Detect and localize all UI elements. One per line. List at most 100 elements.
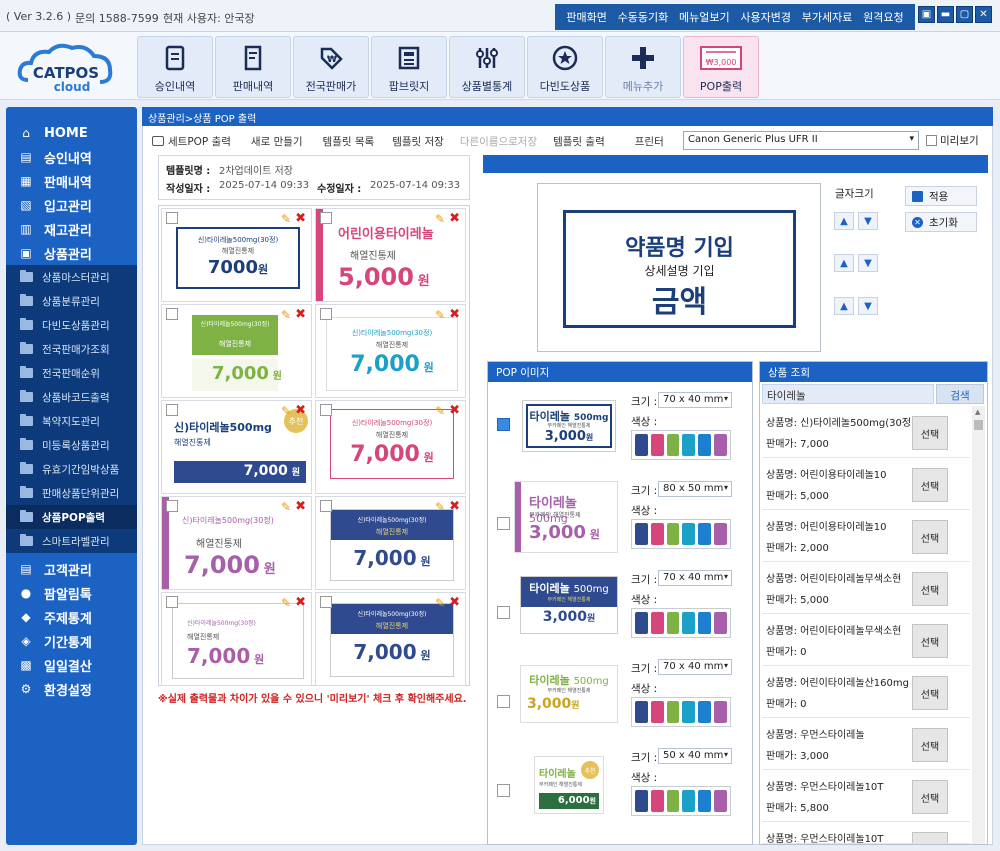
sidebar-item-home[interactable]: ⌂ HOME bbox=[6, 121, 137, 145]
size-select[interactable]: 70 x 40 mm ▾ bbox=[658, 570, 732, 586]
template-card[interactable]: ✎ ✖ 신)타이레놀500mg(30정) 해열진통제 7,000 원 bbox=[315, 592, 466, 686]
select-button[interactable]: 선택 bbox=[912, 572, 948, 606]
color-swatch[interactable] bbox=[682, 701, 696, 723]
pencil-icon[interactable]: ✎ bbox=[435, 500, 445, 514]
preview-product-name[interactable]: 약품명 기입 bbox=[566, 230, 793, 262]
pharm-bridge-button[interactable]: 팝브릿지 bbox=[371, 36, 447, 98]
pop-image-checkbox[interactable] bbox=[497, 784, 510, 797]
sidebar-subitem[interactable]: 상품POP출력 bbox=[6, 505, 137, 529]
color-swatch[interactable] bbox=[698, 790, 712, 812]
select-button[interactable]: 선택 bbox=[912, 624, 948, 658]
color-swatch[interactable] bbox=[650, 612, 664, 634]
printer-select[interactable]: Canon Generic Plus UFR II ▾ bbox=[683, 131, 919, 150]
pencil-icon[interactable]: ✎ bbox=[281, 212, 291, 226]
select-button[interactable]: 선택 bbox=[912, 832, 948, 843]
color-swatch[interactable] bbox=[698, 434, 712, 456]
color-swatch[interactable] bbox=[714, 434, 727, 456]
template-card[interactable]: ✎ ✖ 신)타이레놀500mg(30정) 해열진통제 7000원 bbox=[161, 208, 312, 302]
delete-icon[interactable]: ✖ bbox=[295, 403, 306, 418]
color-swatch[interactable] bbox=[650, 434, 664, 456]
template-checkbox[interactable] bbox=[320, 500, 332, 512]
template-card[interactable]: ✎ ✖ 신)타이레놀500mg(30정) 해열진통제 7,000 원 bbox=[315, 496, 466, 590]
sidebar-subitem[interactable]: 미등록상품관리 bbox=[6, 433, 137, 457]
color-swatch[interactable] bbox=[714, 612, 727, 634]
font-up-price-icon[interactable]: ▲ bbox=[834, 297, 854, 315]
color-swatch[interactable] bbox=[714, 790, 727, 812]
color-swatch[interactable] bbox=[682, 612, 696, 634]
nav-manual[interactable]: 메뉴얼보기 bbox=[679, 9, 730, 25]
pop-image-checkbox[interactable] bbox=[497, 517, 510, 530]
preview-checkbox[interactable]: 미리보기 bbox=[926, 133, 979, 148]
sales-history-button[interactable]: 판매내역 bbox=[215, 36, 291, 98]
font-up-name-icon[interactable]: ▲ bbox=[834, 212, 854, 230]
template-list-button[interactable]: 템플릿 목록 bbox=[323, 134, 375, 149]
size-select[interactable]: 70 x 40 mm ▾ bbox=[658, 659, 732, 675]
color-swatch[interactable] bbox=[682, 523, 696, 545]
select-button[interactable]: 선택 bbox=[912, 728, 948, 762]
sidebar-subitem[interactable]: 상품바코드출력 bbox=[6, 385, 137, 409]
pencil-icon[interactable]: ✎ bbox=[435, 212, 445, 226]
color-swatch[interactable] bbox=[650, 790, 664, 812]
sidebar-item-main-4[interactable]: ▥ 재고관리 bbox=[6, 217, 137, 241]
font-up-detail-icon[interactable]: ▲ bbox=[834, 254, 854, 272]
pencil-icon[interactable]: ✎ bbox=[435, 596, 445, 610]
color-swatch[interactable] bbox=[666, 701, 680, 723]
preview-price[interactable]: 금액 bbox=[566, 277, 793, 321]
set-pop-print-button[interactable]: 세트POP 출력 bbox=[152, 134, 231, 149]
font-down-price-icon[interactable]: ▼ bbox=[858, 297, 878, 315]
delete-icon[interactable]: ✖ bbox=[295, 307, 306, 322]
delete-icon[interactable]: ✖ bbox=[449, 595, 460, 610]
sidebar-item-bottom-5[interactable]: ⚙ 환경설정 bbox=[6, 677, 137, 701]
font-down-name-icon[interactable]: ▼ bbox=[858, 212, 878, 230]
size-select[interactable]: 50 x 40 mm ▾ bbox=[658, 748, 732, 764]
template-checkbox[interactable] bbox=[166, 500, 178, 512]
template-checkbox[interactable] bbox=[320, 404, 332, 416]
pencil-icon[interactable]: ✎ bbox=[435, 404, 445, 418]
sidebar-subitem[interactable]: 스마트라벨관리 bbox=[6, 529, 137, 553]
template-card[interactable]: ✎ ✖ 신)타이레놀500mg(30정) 해열진통제 7,000 원 bbox=[315, 400, 466, 494]
restore-icon[interactable]: ▣ bbox=[918, 6, 935, 23]
template-checkbox[interactable] bbox=[320, 308, 332, 320]
nav-manual-sync[interactable]: 수동동기화 bbox=[618, 9, 669, 25]
template-card[interactable]: ✎ ✖ 신)타이레놀500mg(30정) 해열진통제 7,000 원 bbox=[161, 592, 312, 686]
delete-icon[interactable]: ✖ bbox=[449, 307, 460, 322]
select-button[interactable]: 선택 bbox=[912, 468, 948, 502]
color-swatch[interactable] bbox=[698, 701, 712, 723]
sidebar-item-main-2[interactable]: ▦ 판매내역 bbox=[6, 169, 137, 193]
delete-icon[interactable]: ✖ bbox=[295, 595, 306, 610]
color-swatch[interactable] bbox=[714, 701, 727, 723]
template-card[interactable]: ✎ ✖ 신)타이레놀500mg 추천 해열진통제 7,000 원 bbox=[161, 400, 312, 494]
maximize-icon[interactable]: ▢ bbox=[956, 6, 973, 23]
scroll-up-icon[interactable]: ▲ bbox=[975, 408, 980, 416]
sidebar-item-bottom-2[interactable]: ◆ 주제통계 bbox=[6, 605, 137, 629]
template-checkbox[interactable] bbox=[166, 212, 178, 224]
sidebar-item-main-5[interactable]: ▣ 상품관리 bbox=[6, 241, 137, 265]
color-swatch[interactable] bbox=[635, 434, 648, 456]
add-menu-button[interactable]: 메뉴추가 bbox=[605, 36, 681, 98]
scroll-thumb[interactable] bbox=[974, 420, 983, 430]
delete-icon[interactable]: ✖ bbox=[295, 211, 306, 226]
color-swatch[interactable] bbox=[666, 434, 680, 456]
delete-icon[interactable]: ✖ bbox=[449, 403, 460, 418]
color-swatch[interactable] bbox=[650, 523, 664, 545]
template-checkbox[interactable] bbox=[166, 596, 178, 608]
color-swatch[interactable] bbox=[635, 523, 648, 545]
pencil-icon[interactable]: ✎ bbox=[281, 596, 291, 610]
template-card[interactable]: ✎ ✖ 어린이용타이레놀 해열진통제 5,000 원 bbox=[315, 208, 466, 302]
template-checkbox[interactable] bbox=[166, 404, 178, 416]
sidebar-subitem[interactable]: 전국판매순위 bbox=[6, 361, 137, 385]
minimize-icon[interactable]: ▬ bbox=[937, 6, 954, 23]
font-down-detail-icon[interactable]: ▼ bbox=[858, 254, 878, 272]
sidebar-subitem[interactable]: 판매상품단위관리 bbox=[6, 481, 137, 505]
pop-image-checkbox[interactable] bbox=[497, 606, 510, 619]
select-button[interactable]: 선택 bbox=[912, 676, 948, 710]
delete-icon[interactable]: ✖ bbox=[449, 499, 460, 514]
scrollbar[interactable]: ▲ bbox=[972, 406, 985, 844]
apply-button[interactable]: 적용 bbox=[905, 186, 977, 206]
new-template-button[interactable]: 새로 만들기 bbox=[251, 134, 303, 149]
nav-change-user[interactable]: 사용자변경 bbox=[740, 9, 791, 25]
pop-image-checkbox[interactable] bbox=[497, 695, 510, 708]
select-button[interactable]: 선택 bbox=[912, 416, 948, 450]
pencil-icon[interactable]: ✎ bbox=[281, 308, 291, 322]
sidebar-item-main-3[interactable]: ▧ 입고관리 bbox=[6, 193, 137, 217]
